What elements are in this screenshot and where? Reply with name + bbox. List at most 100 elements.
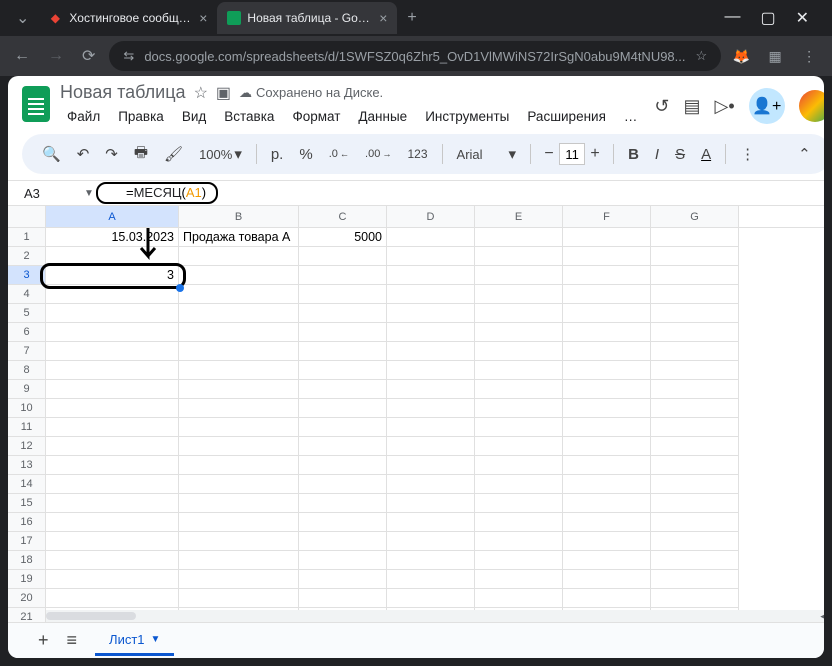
row-header[interactable]: 20	[8, 589, 46, 608]
cell[interactable]	[387, 285, 475, 304]
cell[interactable]	[299, 304, 387, 323]
cell[interactable]	[46, 456, 179, 475]
site-settings-icon[interactable]: ⇆	[123, 48, 134, 64]
number-format-button[interactable]: 123	[402, 143, 434, 165]
cell[interactable]	[651, 304, 739, 323]
row-header[interactable]: 11	[8, 418, 46, 437]
cell[interactable]	[387, 380, 475, 399]
cell[interactable]	[651, 399, 739, 418]
extension-icon[interactable]: ▦	[765, 46, 785, 66]
cell[interactable]	[563, 437, 651, 456]
cell[interactable]	[475, 342, 563, 361]
cell[interactable]	[46, 361, 179, 380]
cell[interactable]	[563, 494, 651, 513]
row-header[interactable]: 12	[8, 437, 46, 456]
cell[interactable]	[387, 304, 475, 323]
cell[interactable]	[299, 342, 387, 361]
row-header[interactable]: 14	[8, 475, 46, 494]
row-header[interactable]: 16	[8, 513, 46, 532]
cell[interactable]	[475, 513, 563, 532]
font-size-input[interactable]	[559, 143, 585, 165]
cell[interactable]	[46, 323, 179, 342]
cell[interactable]	[387, 361, 475, 380]
increase-decimal-button[interactable]: .00→	[359, 144, 397, 164]
cell[interactable]	[563, 532, 651, 551]
cell[interactable]	[563, 418, 651, 437]
cell[interactable]	[651, 418, 739, 437]
cell[interactable]	[563, 380, 651, 399]
menu-file[interactable]: Файл	[60, 105, 107, 128]
cell[interactable]	[475, 399, 563, 418]
row-header[interactable]: 18	[8, 551, 46, 570]
cell[interactable]	[475, 247, 563, 266]
cell[interactable]	[563, 266, 651, 285]
cell[interactable]	[46, 380, 179, 399]
extension-icon[interactable]: ⋮	[799, 46, 819, 66]
redo-icon[interactable]: ↷	[99, 141, 124, 167]
cell[interactable]	[299, 475, 387, 494]
cell[interactable]	[179, 475, 299, 494]
cell[interactable]	[651, 475, 739, 494]
url-bar[interactable]: ⇆ docs.google.com/spreadsheets/d/1SWFSZ0…	[109, 41, 721, 71]
cell[interactable]	[299, 361, 387, 380]
menu-tools[interactable]: Инструменты	[418, 105, 516, 128]
cell[interactable]	[179, 285, 299, 304]
row-header[interactable]: 21	[8, 608, 46, 622]
cell[interactable]	[179, 589, 299, 608]
cell[interactable]	[299, 266, 387, 285]
collapse-toolbar-icon[interactable]: ⌃	[792, 141, 817, 167]
cell[interactable]	[299, 456, 387, 475]
browser-tab-1[interactable]: ◆ Хостинговое сообщество «Tin ×	[37, 2, 217, 34]
print-icon[interactable]: 🖶	[128, 138, 154, 171]
cell[interactable]	[299, 532, 387, 551]
cell[interactable]	[46, 513, 179, 532]
cell[interactable]	[299, 494, 387, 513]
cell[interactable]	[46, 285, 179, 304]
cell[interactable]	[475, 475, 563, 494]
new-tab-button[interactable]: +	[397, 9, 426, 27]
chevron-down-icon[interactable]: ▼	[151, 634, 161, 645]
cell[interactable]	[651, 247, 739, 266]
select-all-corner[interactable]	[8, 206, 46, 227]
sheets-logo-icon[interactable]	[22, 86, 50, 122]
cell[interactable]	[651, 266, 739, 285]
cell[interactable]	[387, 551, 475, 570]
cell[interactable]	[46, 399, 179, 418]
spreadsheet-grid[interactable]: ABCDEFG 115.03.2023Продажа товара А50002…	[8, 206, 824, 622]
all-sheets-button[interactable]: ≡	[67, 630, 78, 651]
strikethrough-button[interactable]: S	[669, 142, 691, 167]
column-header[interactable]: A	[46, 206, 179, 227]
cell[interactable]: 3	[46, 266, 179, 285]
cell[interactable]	[299, 570, 387, 589]
cell[interactable]	[475, 418, 563, 437]
cell[interactable]	[651, 380, 739, 399]
menu-data[interactable]: Данные	[351, 105, 414, 128]
menu-insert[interactable]: Вставка	[217, 105, 281, 128]
cell[interactable]	[563, 228, 651, 247]
cell[interactable]	[179, 361, 299, 380]
cell[interactable]	[475, 570, 563, 589]
cell[interactable]: Продажа товара А	[179, 228, 299, 247]
move-icon[interactable]: ▣	[216, 83, 231, 103]
cell[interactable]	[387, 399, 475, 418]
cell[interactable]	[299, 418, 387, 437]
row-header[interactable]: 9	[8, 380, 46, 399]
search-icon[interactable]: 🔍	[36, 141, 67, 167]
cell[interactable]	[475, 456, 563, 475]
cell[interactable]	[387, 247, 475, 266]
column-header[interactable]: B	[179, 206, 299, 227]
cell[interactable]	[563, 513, 651, 532]
cell[interactable]	[179, 456, 299, 475]
history-icon[interactable]: ↺	[654, 96, 669, 117]
cell[interactable]	[563, 456, 651, 475]
row-header[interactable]: 8	[8, 361, 46, 380]
cell[interactable]	[475, 380, 563, 399]
menu-format[interactable]: Формат	[285, 105, 347, 128]
row-header[interactable]: 7	[8, 342, 46, 361]
cell[interactable]	[475, 437, 563, 456]
cell[interactable]	[475, 228, 563, 247]
cell[interactable]	[46, 494, 179, 513]
row-header[interactable]: 17	[8, 532, 46, 551]
cell[interactable]	[563, 361, 651, 380]
back-icon[interactable]: ←	[10, 43, 34, 69]
